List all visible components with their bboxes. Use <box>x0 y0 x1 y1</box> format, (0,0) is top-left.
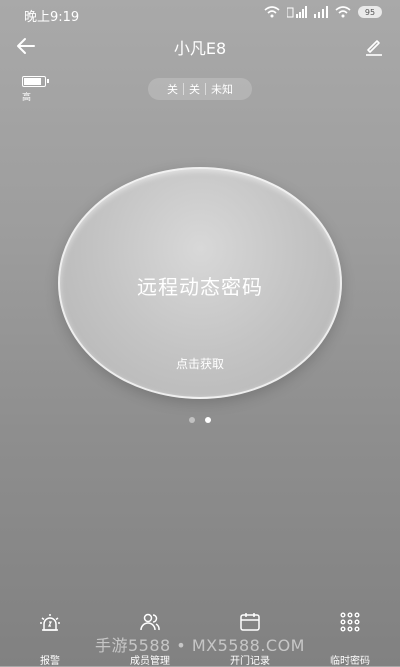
page-dot[interactable] <box>189 417 195 423</box>
remote-password-button[interactable]: 远程动态密码 点击获取 <box>58 167 342 399</box>
calendar-icon <box>240 613 260 631</box>
status-icons: 95 <box>264 6 382 18</box>
wifi-icon-2 <box>335 6 351 18</box>
page-title: 小凡E8 <box>173 39 227 58</box>
wifi-icon <box>264 6 280 18</box>
battery-fill <box>24 78 41 85</box>
hd-signal-icon <box>287 6 307 18</box>
battery-indicator: 95 <box>358 6 382 18</box>
battery-icon <box>22 76 49 87</box>
watermark: 手游5588 • MX5588.COM <box>95 636 305 655</box>
members-icon <box>140 613 160 631</box>
remote-password-title: 远程动态密码 <box>137 275 263 299</box>
alarm-icon <box>40 614 60 631</box>
get-password-label[interactable]: 点击获取 <box>60 355 340 372</box>
status-bar: 晚上9:19 95 <box>0 0 400 26</box>
device-battery: 高 <box>22 76 49 103</box>
lock-status-pill: 关 关 未知 <box>148 78 252 100</box>
keypad-icon <box>340 612 360 632</box>
page-indicator <box>0 417 400 423</box>
pencil-icon <box>366 40 382 56</box>
status-time: 晚上9:19 <box>24 10 80 25</box>
status-segment: 关 <box>167 83 178 96</box>
page-dot-active[interactable] <box>205 417 211 423</box>
top-bar: 小凡E8 <box>0 26 400 66</box>
signal-icon <box>314 6 328 18</box>
status-segment: 关 <box>189 83 200 96</box>
status-segment: 未知 <box>211 83 233 96</box>
battery-level-label: 高 <box>22 93 32 103</box>
edit-button[interactable] <box>362 34 386 58</box>
